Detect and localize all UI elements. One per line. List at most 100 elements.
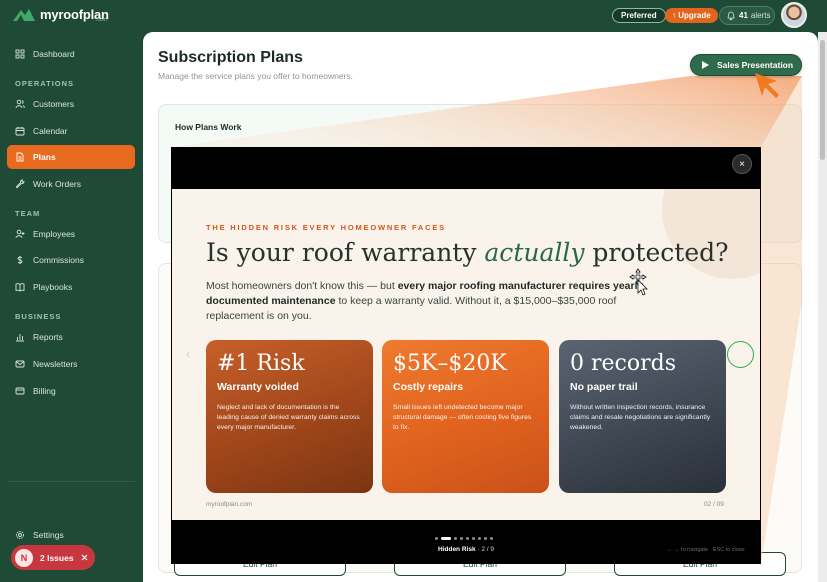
slide-dot[interactable] bbox=[478, 537, 481, 540]
user-avatar[interactable] bbox=[781, 2, 807, 28]
stat-title: Costly repairs bbox=[393, 381, 464, 393]
section-team: TEAM bbox=[15, 209, 41, 218]
house-logo-icon bbox=[13, 9, 35, 21]
headline-emphasis: actually bbox=[484, 238, 585, 267]
slide-dot[interactable] bbox=[435, 537, 438, 540]
keyboard-hint: ← → to navigate · ESC to close bbox=[667, 547, 745, 553]
move-cursor-icon bbox=[629, 268, 648, 296]
alerts-button[interactable]: 41 alerts bbox=[719, 6, 775, 25]
stat-card-repairs: $5K–$20K Costly repairs Small issues lef… bbox=[382, 340, 549, 493]
slide-footer-site: myroofplan.com bbox=[206, 501, 253, 508]
stat-description: Small issues left undetected become majo… bbox=[393, 404, 532, 431]
calendar-icon bbox=[15, 127, 25, 136]
stat-title: No paper trail bbox=[570, 381, 638, 393]
sidebar-item-label: Reports bbox=[33, 332, 63, 342]
slide-dot[interactable] bbox=[466, 537, 469, 540]
close-icon[interactable] bbox=[81, 554, 88, 561]
how-plans-work-title: How Plans Work bbox=[175, 122, 242, 132]
brand-suffix: .com bbox=[96, 17, 107, 23]
user-plus-icon bbox=[15, 229, 25, 239]
play-icon bbox=[702, 61, 709, 69]
grid-icon bbox=[15, 49, 25, 59]
slide-dot[interactable] bbox=[454, 537, 457, 540]
sidebar-item-plans[interactable]: Plans bbox=[7, 145, 135, 169]
slide-name: Hidden Risk bbox=[438, 546, 476, 553]
issues-badge[interactable]: N 2 Issues bbox=[11, 545, 95, 570]
alerts-count: 41 bbox=[739, 11, 748, 20]
stat-description: Neglect and lack of documentation is the… bbox=[217, 404, 360, 431]
sidebar-divider bbox=[7, 481, 135, 482]
headline-post: protected? bbox=[584, 238, 729, 267]
stat-title: Warranty voided bbox=[217, 381, 299, 393]
sidebar-item-label: Newsletters bbox=[33, 359, 78, 369]
sidebar-item-commissions[interactable]: Commissions bbox=[7, 248, 135, 272]
credit-card-icon bbox=[15, 387, 25, 395]
slide-dots bbox=[435, 537, 493, 540]
sidebar-item-work-orders[interactable]: Work Orders bbox=[7, 172, 135, 196]
sidebar-item-label: Commissions bbox=[33, 255, 85, 265]
dollar-icon bbox=[17, 256, 23, 264]
stat-card-records: 0 records No paper trail Without written… bbox=[559, 340, 726, 493]
slide-position: · 2 / 9 bbox=[475, 546, 494, 553]
bar-chart-icon bbox=[16, 334, 24, 342]
section-business: BUSINESS bbox=[15, 312, 62, 321]
sidebar-item-billing[interactable]: Billing bbox=[7, 379, 135, 403]
slide-headline: Is your roof warranty actually protected… bbox=[206, 238, 729, 267]
alerts-label: alerts bbox=[750, 11, 771, 20]
issues-avatar: N bbox=[15, 548, 33, 567]
sidebar-item-label: Dashboard bbox=[33, 49, 75, 59]
section-operations: OPERATIONS bbox=[15, 79, 75, 88]
slide-indicator: Hidden Risk · 2 / 9 bbox=[438, 546, 494, 553]
document-icon bbox=[16, 152, 24, 162]
slide-eyebrow: THE HIDDEN RISK EVERY HOMEOWNER FACES bbox=[206, 223, 446, 232]
next-slide-button[interactable] bbox=[727, 341, 754, 368]
slide-dot[interactable] bbox=[484, 537, 487, 540]
sidebar-item-calendar[interactable]: Calendar bbox=[7, 119, 135, 143]
sidebar-item-dashboard[interactable]: Dashboard bbox=[7, 42, 135, 66]
issues-label: 2 Issues bbox=[40, 552, 74, 563]
gear-icon bbox=[16, 531, 24, 539]
sidebar-item-label: Calendar bbox=[33, 126, 68, 136]
upgrade-button[interactable]: ↑ Upgrade bbox=[665, 8, 718, 23]
stat-value: $5K–$20K bbox=[393, 351, 507, 376]
sidebar-item-newsletters[interactable]: Newsletters bbox=[7, 352, 135, 376]
stat-value: #1 Risk bbox=[217, 351, 305, 376]
slide-lede: Most homeowners don't know this — but ev… bbox=[206, 279, 646, 324]
sidebar-item-settings[interactable]: Settings bbox=[7, 523, 135, 547]
page-subtitle: Manage the service plans you offer to ho… bbox=[158, 71, 353, 81]
scrollbar-thumb[interactable] bbox=[820, 40, 825, 160]
mail-icon bbox=[15, 360, 25, 368]
sidebar-item-label: Plans bbox=[33, 152, 56, 162]
sidebar-item-playbooks[interactable]: Playbooks bbox=[7, 275, 135, 299]
slide-dot[interactable] bbox=[490, 537, 493, 540]
slide-dot[interactable] bbox=[472, 537, 475, 540]
top-bar: myroofplan .com Preferred ↑ Upgrade 41 a… bbox=[0, 0, 827, 32]
sidebar-item-employees[interactable]: Employees bbox=[7, 222, 135, 246]
slide-footer-page: 02 / 09 bbox=[704, 501, 724, 508]
sales-presentation-button[interactable]: Sales Presentation bbox=[690, 54, 802, 76]
sidebar-item-label: Employees bbox=[33, 229, 76, 239]
book-icon bbox=[15, 283, 25, 292]
users-icon bbox=[15, 99, 25, 109]
slide-dot[interactable] bbox=[441, 537, 451, 540]
brand-logo[interactable]: myroofplan bbox=[12, 6, 109, 22]
lede-part-1: Most homeowners don't know this — but bbox=[206, 280, 398, 292]
stat-card-warranty: #1 Risk Warranty voided Neglect and lack… bbox=[206, 340, 373, 493]
stat-value: 0 records bbox=[570, 351, 676, 376]
bell-icon bbox=[727, 11, 735, 20]
sidebar-item-label: Customers bbox=[33, 99, 75, 109]
sidebar-item-label: Work Orders bbox=[33, 179, 82, 189]
previous-slide-button[interactable]: ‹ bbox=[186, 347, 190, 361]
sidebar-item-label: Settings bbox=[33, 530, 64, 540]
page-title: Subscription Plans bbox=[158, 49, 303, 66]
slide-dot[interactable] bbox=[460, 537, 463, 540]
sidebar-item-reports[interactable]: Reports bbox=[7, 325, 135, 349]
headline-pre: Is your roof warranty bbox=[206, 238, 485, 267]
sidebar-item-customers[interactable]: Customers bbox=[7, 92, 135, 116]
wrench-icon bbox=[15, 179, 25, 189]
cursor-arrow-icon bbox=[755, 73, 779, 98]
sidebar-item-label: Billing bbox=[33, 386, 56, 396]
sidebar-item-label: Playbooks bbox=[33, 282, 73, 292]
close-modal-button[interactable]: × bbox=[732, 154, 752, 174]
preferred-badge: Preferred bbox=[612, 8, 666, 23]
